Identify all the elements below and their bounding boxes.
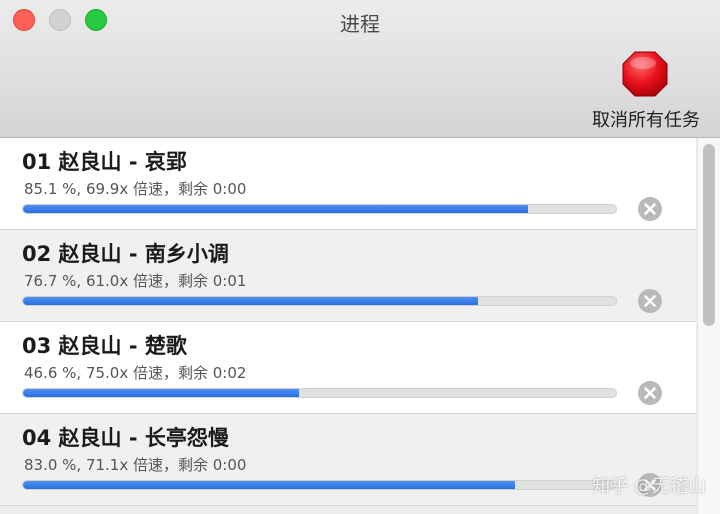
cancel-all-label: 取消所有任务 bbox=[592, 110, 700, 131]
scrollbar-thumb[interactable] bbox=[703, 144, 715, 326]
stop-sign-icon bbox=[622, 51, 668, 97]
progress-fill bbox=[23, 297, 478, 305]
task-row: 01 赵良山 - 哀郢 85.1 %, 69.9x 倍速，剩余 0:00 bbox=[0, 138, 696, 230]
progress-bar bbox=[22, 480, 617, 490]
vertical-scrollbar[interactable] bbox=[697, 138, 720, 514]
progress-bar bbox=[22, 204, 617, 214]
progress-fill bbox=[23, 481, 516, 489]
task-status: 83.0 %, 71.1x 倍速，剩余 0:00 bbox=[24, 456, 247, 474]
task-status: 85.1 %, 69.9x 倍速，剩余 0:00 bbox=[24, 180, 247, 198]
window-title: 进程 bbox=[340, 12, 380, 36]
progress-window: 进程 取消所有任务 01 赵良山 - 哀郢 85.1 %, 69.9x 倍速，剩… bbox=[0, 0, 720, 514]
progress-fill bbox=[23, 205, 528, 213]
cancel-task-icon[interactable] bbox=[637, 380, 663, 406]
task-title: 02 赵良山 - 南乡小调 bbox=[22, 242, 229, 266]
cancel-all-tasks-button[interactable]: 取消所有任务 bbox=[584, 48, 708, 132]
task-row: 03 赵良山 - 楚歌 46.6 %, 75.0x 倍速，剩余 0:02 bbox=[0, 322, 696, 414]
watermark: 知乎 @无稽山 bbox=[592, 476, 706, 497]
task-status: 76.7 %, 61.0x 倍速，剩余 0:01 bbox=[24, 272, 247, 290]
task-title: 04 赵良山 - 长亭怨慢 bbox=[22, 426, 229, 450]
cancel-task-icon[interactable] bbox=[637, 196, 663, 222]
task-title: 01 赵良山 - 哀郢 bbox=[22, 150, 187, 174]
task-row: 02 赵良山 - 南乡小调 76.7 %, 61.0x 倍速，剩余 0:01 bbox=[0, 230, 696, 322]
task-status: 46.6 %, 75.0x 倍速，剩余 0:02 bbox=[24, 364, 247, 382]
progress-bar bbox=[22, 296, 617, 306]
task-title: 03 赵良山 - 楚歌 bbox=[22, 334, 187, 358]
progress-bar bbox=[22, 388, 617, 398]
toolbar: 进程 取消所有任务 bbox=[0, 0, 720, 138]
progress-fill bbox=[23, 389, 300, 397]
task-list: 01 赵良山 - 哀郢 85.1 %, 69.9x 倍速，剩余 0:00 02 … bbox=[0, 138, 696, 514]
cancel-task-icon[interactable] bbox=[637, 288, 663, 314]
